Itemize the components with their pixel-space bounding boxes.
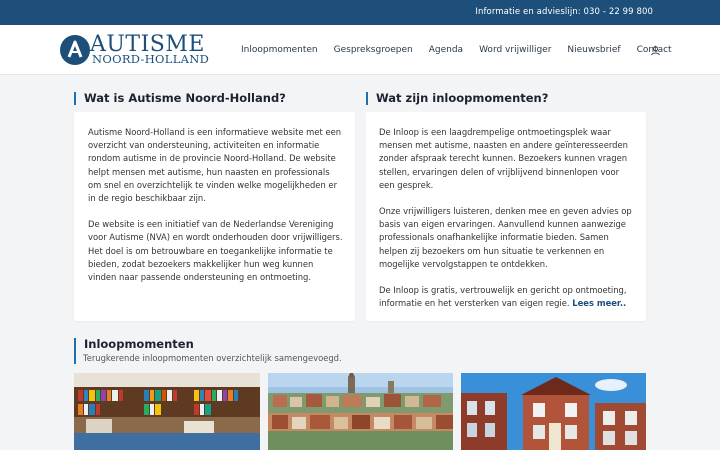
about-paragraph-1: Autisme Noord-Holland is een informatiev…: [88, 127, 342, 204]
about-card: Autisme Noord-Holland is een informatiev…: [74, 112, 355, 321]
section-title-wat-is: Wat is Autisme Noord-Holland?: [74, 92, 286, 105]
nav-gespreksgroepen[interactable]: Gespreksgroepen: [334, 44, 413, 58]
nav-inloopmomenten[interactable]: Inloopmomenten: [241, 44, 318, 58]
inloop-paragraph-1: De Inloop is een laagdrempelige ontmoeti…: [379, 127, 628, 190]
nav-word-vrijwilliger[interactable]: Word vrijwilliger: [479, 44, 551, 58]
inloop-info-card: De Inloop is een laagdrempelige ontmoeti…: [366, 112, 646, 321]
main-nav: Inloopmomenten Gespreksgroepen Agenda Wo…: [241, 44, 672, 58]
photo-library[interactable]: [74, 373, 260, 450]
nav-nieuwsbrief[interactable]: Nieuwsbrief: [567, 44, 620, 58]
advice-line-info[interactable]: Informatie en advieslijn: 030 - 22 99 80…: [475, 7, 653, 17]
site-logo[interactable]: AUTISME NOORD-HOLLAND: [60, 33, 220, 68]
logo-subtitle: NOORD-HOLLAND: [92, 52, 210, 66]
section-title-inloopmomenten-uitleg: Wat zijn inloopmomenten?: [366, 92, 548, 105]
photo-corner-house[interactable]: [461, 373, 646, 450]
about-paragraph-2: De website is een initiatief van de Nede…: [88, 219, 343, 283]
user-account-icon[interactable]: [650, 45, 661, 56]
logo-badge-icon: [60, 35, 90, 65]
inloop-paragraph-3: De Inloop is gratis, vertrouwelijk en ge…: [379, 284, 636, 310]
read-more-link[interactable]: Lees meer..: [572, 298, 626, 308]
inloop-subtitle: Terugkerende inloopmomenten overzichteli…: [83, 353, 342, 363]
inloop-paragraph-2: Onze vrijwilligers luisteren, denken mee…: [379, 206, 632, 269]
nav-agenda[interactable]: Agenda: [429, 44, 463, 58]
site-header: AUTISME NOORD-HOLLAND Inloopmomenten Ges…: [0, 25, 720, 75]
top-info-bar: Informatie en advieslijn: 030 - 22 99 80…: [0, 0, 720, 25]
photo-city-view[interactable]: [268, 373, 453, 450]
